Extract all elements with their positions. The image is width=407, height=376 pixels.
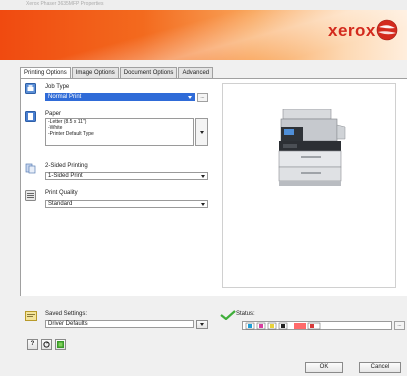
- print-quality-select[interactable]: Standard: [45, 200, 208, 208]
- status-toner-bar: [242, 321, 392, 330]
- toner-levels-icon: [245, 322, 321, 330]
- chevron-down-icon: [201, 175, 205, 178]
- paper-type: -Printer Default Type: [48, 131, 94, 137]
- cancel-button[interactable]: Cancel: [359, 362, 401, 373]
- two-sided-select[interactable]: 1-Sided Print: [45, 172, 208, 180]
- restore-icon: [43, 341, 50, 348]
- window-title: Xerox Phaser 3635MFP Properties: [26, 1, 104, 7]
- two-sided-printing-icon: [25, 163, 36, 174]
- print-quality-value: Standard: [48, 201, 73, 207]
- job-type-icon: [25, 83, 36, 94]
- status-check-icon: [220, 310, 236, 320]
- printer-image: [278, 109, 346, 186]
- saved-settings-dropdown-button[interactable]: [196, 320, 208, 329]
- job-type-label: Job Type: [45, 84, 70, 90]
- chevron-down-icon: [200, 323, 204, 326]
- green-feature-button[interactable]: [55, 339, 66, 350]
- saved-settings-value: Driver Defaults: [48, 321, 88, 327]
- title-bar: Xerox Phaser 3635MFP Properties: [0, 0, 407, 10]
- leaf-icon: [57, 341, 64, 348]
- saved-settings-icon: [25, 311, 37, 321]
- chevron-down-icon: [200, 131, 204, 134]
- restore-defaults-button[interactable]: [41, 339, 52, 350]
- saved-settings-select[interactable]: Driver Defaults: [45, 320, 194, 328]
- tab-document-options[interactable]: Document Options: [119, 67, 178, 78]
- print-quality-label: Print Quality: [45, 190, 78, 196]
- job-type-value: Normal Print: [48, 94, 82, 100]
- status-more-button[interactable]: ...: [394, 321, 405, 330]
- two-sided-label: 2-Sided Printing: [45, 163, 88, 169]
- job-type-select[interactable]: Normal Print: [45, 93, 195, 101]
- brand-logo-text: xerox: [328, 21, 376, 40]
- saved-settings-label: Saved Settings:: [45, 311, 88, 317]
- help-button[interactable]: ?: [27, 339, 38, 350]
- xerox-sphere-icon: [376, 19, 398, 41]
- printer-preview-pane: [222, 83, 396, 288]
- tab-advanced[interactable]: Advanced: [178, 67, 214, 78]
- two-sided-value: 1-Sided Print: [48, 173, 83, 179]
- paper-icon: [25, 111, 36, 122]
- tab-image-options[interactable]: Image Options: [71, 67, 119, 78]
- paper-summary-list[interactable]: -Letter (8.5 x 11") -White -Printer Defa…: [45, 118, 194, 146]
- paper-options-button[interactable]: [195, 118, 208, 146]
- paper-label: Paper: [45, 111, 62, 117]
- chevron-down-icon: [201, 203, 205, 206]
- chevron-down-icon: [188, 96, 192, 99]
- ok-button[interactable]: OK: [305, 362, 343, 373]
- print-quality-icon: [25, 190, 36, 201]
- job-type-more-button[interactable]: ...: [197, 93, 208, 102]
- status-label: Status:: [236, 311, 255, 317]
